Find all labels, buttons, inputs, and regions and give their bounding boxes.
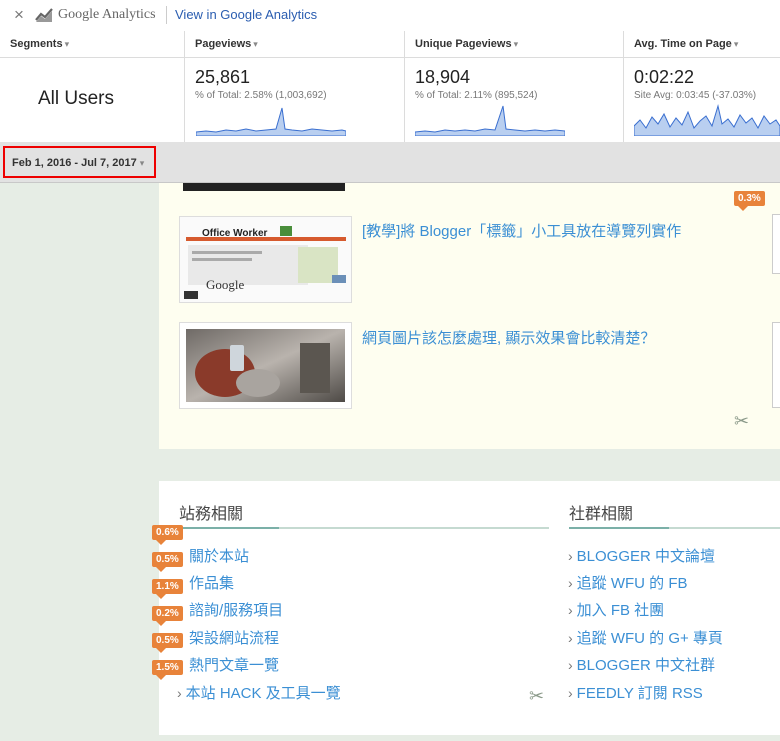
chevron-right-icon: › (568, 685, 573, 701)
wrench-screwdriver-icon[interactable]: ✂ (529, 686, 544, 707)
site-section-title: 站務相關 (179, 506, 244, 523)
post-title-link-2[interactable]: 網頁圖片該怎麼處理, 顯示效果會比較清楚？ (362, 327, 655, 348)
community-link-fb-group[interactable]: › 加入 FB 社團 (568, 599, 664, 620)
unique-pageviews-sparkline (415, 105, 565, 136)
caret-down-icon: ▾ (253, 39, 258, 49)
unique-pageviews-header[interactable]: Unique Pageviews ▾ (405, 31, 624, 58)
wrench-screwdriver-icon[interactable]: ✂ (734, 411, 749, 432)
date-range-selector[interactable]: Feb 1, 2016 - Jul 7, 2017 ▾ (12, 157, 144, 169)
community-link-label: FEEDLY 訂閱 RSS (576, 685, 703, 702)
community-link-label: BLOGGER 中文論壇 (576, 548, 716, 565)
community-link-forum[interactable]: › BLOGGER 中文論壇 (568, 545, 715, 566)
post-thumbnail-2[interactable] (179, 322, 352, 409)
caret-down-icon: ▾ (513, 39, 519, 49)
view-in-analytics-link[interactable]: View in Google Analytics (175, 7, 317, 22)
analytics-logo-icon (35, 8, 53, 22)
column-separator (623, 31, 624, 142)
site-link-hacks[interactable]: › 本站 HACK 及工具一覽 (177, 682, 341, 703)
community-link-label: BLOGGER 中文社群 (576, 657, 716, 674)
thumb-caption-logo: Google (206, 277, 245, 292)
community-section-title: 社群相關 (569, 506, 634, 523)
community-link-label: 追蹤 WFU 的 FB (576, 575, 688, 592)
pageviews-header-label: Pageviews (195, 38, 252, 50)
caret-down-icon: ▾ (733, 39, 739, 49)
caret-down-icon: ▾ (139, 158, 145, 168)
click-percent-badge: 0.3% (734, 191, 765, 211)
ga-brand: Google Analytics (58, 7, 156, 22)
chevron-right-icon: › (568, 548, 573, 564)
community-link-label: 加入 FB 社團 (576, 602, 665, 619)
community-link-feedly[interactable]: › FEEDLY 訂閱 RSS (568, 682, 703, 703)
post-thumbnail-1[interactable]: Office Worker Google (179, 216, 352, 303)
click-percent-badge: 0.5% (152, 633, 183, 653)
avg-time-sparkline (634, 104, 780, 136)
unique-pageviews-subtext: % of Total: 2.11% (895,524) (415, 90, 538, 101)
site-link-process[interactable]: 架設網站流程 (189, 627, 279, 648)
community-link-community[interactable]: › BLOGGER 中文社群 (568, 654, 715, 675)
post-title-link-1[interactable]: [教學]將 Blogger「標籤」小工具放在導覽列實作 (362, 220, 681, 241)
post-thumbnail-image (186, 329, 345, 402)
pageviews-sparkline (196, 107, 346, 136)
column-separator (184, 31, 185, 142)
avg-time-header[interactable]: Avg. Time on Page ▾ (624, 31, 780, 58)
section-underline-accent (179, 527, 279, 529)
avg-time-value: 0:02:22 (634, 67, 695, 87)
site-link-about[interactable]: 關於本站 (189, 545, 249, 566)
unique-header-label: Unique Pageviews (415, 38, 512, 50)
previous-thumbnail-edge (183, 183, 345, 191)
site-link-portfolio[interactable]: 作品集 (189, 572, 234, 593)
chevron-right-icon: › (568, 602, 573, 618)
site-link-hacks-label: 本站 HACK 及工具一覽 (185, 685, 341, 702)
community-link-fb[interactable]: › 追蹤 WFU 的 FB (568, 572, 688, 593)
avg-time-header-label: Avg. Time on Page (634, 38, 732, 50)
click-percent-badge: 1.5% (152, 660, 183, 680)
pageviews-value: 25,861 (195, 67, 251, 87)
chevron-right-icon: › (568, 657, 573, 673)
click-percent-badge: 0.5% (152, 552, 183, 572)
right-edge-card (772, 322, 780, 408)
pageviews-subtext: % of Total: 2.58% (1,003,692) (195, 90, 327, 101)
site-link-popular[interactable]: 熱門文章一覽 (189, 654, 279, 675)
right-edge-card (772, 214, 780, 274)
chevron-right-icon: › (568, 575, 573, 591)
site-link-services[interactable]: 諮詢/服務項目 (189, 599, 283, 620)
metrics-table: Segments ▾ Pageviews ▾ Unique Pageviews ▾ A… (0, 31, 780, 143)
thumb-caption-title: Office Worker (202, 228, 268, 239)
segments-header-label: Segments (10, 38, 63, 50)
column-separator (404, 31, 405, 142)
click-percent-badge: 0.6% (152, 525, 183, 545)
community-link-gplus[interactable]: › 追蹤 WFU 的 G+ 專頁 (568, 627, 723, 648)
avg-time-subtext: Site Avg: 0:03:45 (-37.03%) (634, 90, 757, 101)
pageviews-header[interactable]: Pageviews ▾ (185, 31, 405, 58)
click-percent-badge: 0.2% (152, 606, 183, 626)
community-link-label: 追蹤 WFU 的 G+ 專頁 (576, 630, 723, 647)
close-icon[interactable]: × (14, 5, 24, 25)
segment-name: All Users (38, 88, 115, 109)
unique-pageviews-value: 18,904 (415, 67, 471, 87)
date-range-label: Feb 1, 2016 - Jul 7, 2017 (12, 157, 137, 169)
divider (166, 6, 167, 24)
caret-down-icon: ▾ (64, 39, 70, 49)
chevron-right-icon: › (177, 685, 182, 701)
chevron-right-icon: › (568, 630, 573, 646)
section-underline-accent (569, 527, 669, 529)
segments-header[interactable]: Segments ▾ (0, 31, 185, 58)
click-percent-badge: 1.1% (152, 579, 183, 599)
